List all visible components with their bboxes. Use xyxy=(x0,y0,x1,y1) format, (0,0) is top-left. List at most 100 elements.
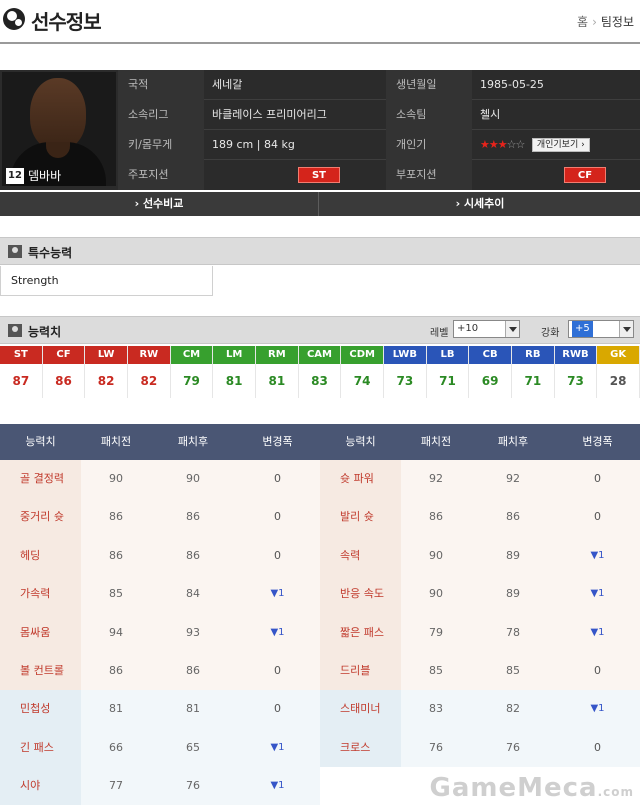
position-name: GK xyxy=(597,346,639,364)
stat-value: 76 xyxy=(471,728,555,768)
position-name: LW xyxy=(85,346,127,364)
position-name: LWB xyxy=(384,346,426,364)
stat-name: 몸싸움 xyxy=(0,613,81,652)
info-label: 부포지션 xyxy=(386,160,472,190)
chevron-down-icon xyxy=(505,321,519,337)
special-ability-header: 특수능력 xyxy=(0,237,640,265)
special-ability-value: Strength xyxy=(0,266,213,296)
stat-name: 골 결정력 xyxy=(0,460,81,499)
position-rating: 28 xyxy=(609,374,627,388)
stat-value: 65 xyxy=(151,728,235,768)
position-name: RWB xyxy=(554,346,597,364)
position-name: LM xyxy=(213,346,255,364)
stat-name: 반응 속도 xyxy=(320,575,401,614)
info-row-positions: 주포지션 ST 부포지션 CF xyxy=(118,160,640,190)
info-label: 키/몸무게 xyxy=(118,130,204,160)
stat-name: 속력 xyxy=(320,536,401,576)
player-icon xyxy=(8,245,22,258)
stat-value: 86 xyxy=(81,652,151,691)
stat-value: 84 xyxy=(151,575,235,614)
view-skills-button[interactable]: 개인기보기 › xyxy=(531,138,590,152)
sub-position-badge: CF xyxy=(564,167,606,183)
stat-value: 66 xyxy=(81,728,151,768)
stat-change: ▼1 xyxy=(235,613,320,652)
stat-name: 헤딩 xyxy=(0,536,81,576)
stat-value: 79 xyxy=(401,613,471,652)
position-rating: 81 xyxy=(225,374,243,388)
breadcrumb-current[interactable]: 팀정보 xyxy=(601,15,634,29)
stat-value: 85 xyxy=(401,652,471,691)
tab-player-compare[interactable]: › 선수비교 xyxy=(0,192,319,216)
table-row: 민첩성 81 81 0 스태미너 83 82 ▼1 xyxy=(0,690,640,729)
stat-value: 77 xyxy=(81,767,151,805)
page-header: 선수정보 홈 › 팀정보 xyxy=(0,0,640,44)
position-cell-rm: RM 81 xyxy=(256,346,299,398)
stat-name: 짧은 패스 xyxy=(320,613,401,652)
main-position: ST xyxy=(204,160,386,190)
stat-value: 76 xyxy=(401,728,471,768)
position-rating: 71 xyxy=(524,374,542,388)
stat-name: 민첩성 xyxy=(0,690,81,729)
ability-header: 능력치 레벨 +10 강화 +5 xyxy=(0,316,640,344)
stat-value: 86 xyxy=(401,498,471,537)
stat-change: 0 xyxy=(235,652,320,691)
stats-column-header: 능력치 xyxy=(345,435,376,448)
stat-name: 중거리 슛 xyxy=(0,498,81,537)
stat-change: 0 xyxy=(555,498,640,537)
stat-name: 가속력 xyxy=(0,575,81,614)
position-cell-cdm: CDM 74 xyxy=(341,346,384,398)
level-label: 레벨 xyxy=(430,328,449,339)
info-label: 소속팀 xyxy=(386,100,472,130)
stats-column-header: 패치후 xyxy=(177,435,209,448)
stat-change: 0 xyxy=(235,690,320,729)
enhance-select[interactable]: +5 xyxy=(568,320,634,338)
stats-column-header: 패치전 xyxy=(420,435,452,448)
player-info-grid: 국적 세네갈 생년월일 1985-05-25 소속리그 바클레이스 프리미어리그… xyxy=(118,70,640,190)
stat-change: ▼1 xyxy=(235,728,320,768)
main-position-badge: ST xyxy=(298,167,340,183)
position-rating: 69 xyxy=(481,374,499,388)
stat-value: 86 xyxy=(471,498,555,537)
nationality-value: 세네갈 xyxy=(212,78,243,91)
tab-price-trend[interactable]: › 시세추이 xyxy=(320,192,640,216)
stat-value: 90 xyxy=(81,460,151,499)
stat-change: ▼1 xyxy=(555,575,640,614)
section-title: 능력치 xyxy=(28,325,62,339)
stat-change: 0 xyxy=(555,728,640,768)
stat-value: 86 xyxy=(151,498,235,537)
info-label: 생년월일 xyxy=(386,70,472,100)
info-label: 소속리그 xyxy=(118,100,204,130)
position-cell-gk: GK 28 xyxy=(597,346,640,398)
stat-value: 86 xyxy=(81,536,151,576)
info-row-body: 키/몸무게 189 cm | 84 kg 개인기 ★★★☆☆ 개인기보기 › xyxy=(118,130,640,160)
breadcrumb-home-link[interactable]: 홈 xyxy=(577,15,588,29)
stat-change: 0 xyxy=(555,652,640,691)
league-value: 바클레이스 프리미어리그 xyxy=(212,108,327,121)
stat-value: 92 xyxy=(401,460,471,499)
stats-table: 능력치 패치전 패치후 변경폭 능력치 패치전 패치후 변경폭 골 결정력 90 90 0 슛 파워 9… xyxy=(0,424,640,805)
stats-column-header: 패치후 xyxy=(497,435,529,448)
stat-value: 76 xyxy=(151,767,235,805)
stat-name: 발리 슛 xyxy=(320,498,401,537)
level-select[interactable]: +10 xyxy=(453,320,520,338)
stat-name xyxy=(320,767,401,805)
stats-column-header: 능력치 xyxy=(25,435,56,448)
player-number-badge: 12 xyxy=(6,168,24,184)
position-ratings: ST 87 CF 86 LW 82 RW 82 CM 79 LM 81 RM 81 CAM 83 CDM 74 LW… xyxy=(0,346,640,398)
stat-change: 0 xyxy=(555,460,640,499)
stat-value: 90 xyxy=(401,575,471,614)
info-label: 주포지션 xyxy=(118,160,204,190)
stats-table-header: 능력치 패치전 패치후 변경폭 능력치 패치전 패치후 변경폭 xyxy=(0,424,640,460)
position-rating: 74 xyxy=(353,374,371,388)
player-name: 뎀바바 xyxy=(28,169,62,183)
stat-change: ▼1 xyxy=(235,767,320,805)
position-rating: 83 xyxy=(311,374,328,388)
table-row: 긴 패스 66 65 ▼1 크로스 76 76 0 xyxy=(0,728,640,768)
position-name: CM xyxy=(170,346,213,364)
stat-value: 86 xyxy=(151,536,235,576)
stat-value: 85 xyxy=(81,575,151,614)
position-cell-lw: LW 82 xyxy=(85,346,128,398)
position-name: RB xyxy=(512,346,554,364)
player-photo: 12 뎀바바 xyxy=(2,72,116,186)
player-tabs: › 선수비교 › 시세추이 xyxy=(0,192,640,216)
